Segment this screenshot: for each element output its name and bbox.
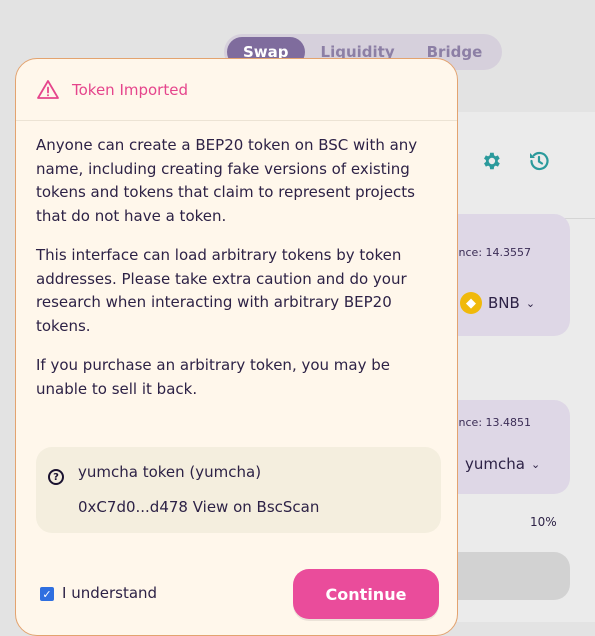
warning-paragraph-2: This interface can load arbitrary tokens… [36,246,407,335]
slippage-value: 10% [530,515,557,529]
chevron-down-icon: ⌄ [525,296,536,310]
to-token-label: yumcha [465,455,525,473]
token-imported-modal: Token Imported Anyone can create a BEP20… [15,58,458,636]
gear-icon[interactable] [480,150,502,172]
to-token-selector[interactable]: yumcha ⌄ [465,455,540,473]
token-name: yumcha token (yumcha) [78,463,262,481]
chevron-down-icon: ⌄ [530,457,541,471]
modal-title: Token Imported [72,80,188,99]
modal-header: Token Imported [16,59,457,121]
continue-button[interactable]: Continue [293,569,439,619]
from-token-label: BNB [488,294,520,312]
history-icon[interactable] [527,149,551,173]
warning-paragraph-1: Anyone can create a BEP20 token on BSC w… [36,136,418,225]
bscscan-link[interactable]: 0xC7d0...d478 View on BscScan [78,498,319,516]
understand-checkbox[interactable]: ✓ [40,587,54,601]
token-info-box: ? yumcha token (yumcha) 0xC7d0...d478 Vi… [36,447,441,533]
modal-footer: ✓ I understand Continue [16,569,457,621]
understand-label[interactable]: I understand [62,584,157,602]
warning-paragraph-3: If you purchase an arbitrary token, you … [36,356,391,398]
from-token-selector[interactable]: ◆ BNB ⌄ [460,292,535,314]
modal-body: Anyone can create a BEP20 token on BSC w… [16,134,457,533]
warning-icon [37,79,59,99]
unknown-token-icon: ? [48,469,64,485]
bnb-logo-icon: ◆ [460,292,482,314]
